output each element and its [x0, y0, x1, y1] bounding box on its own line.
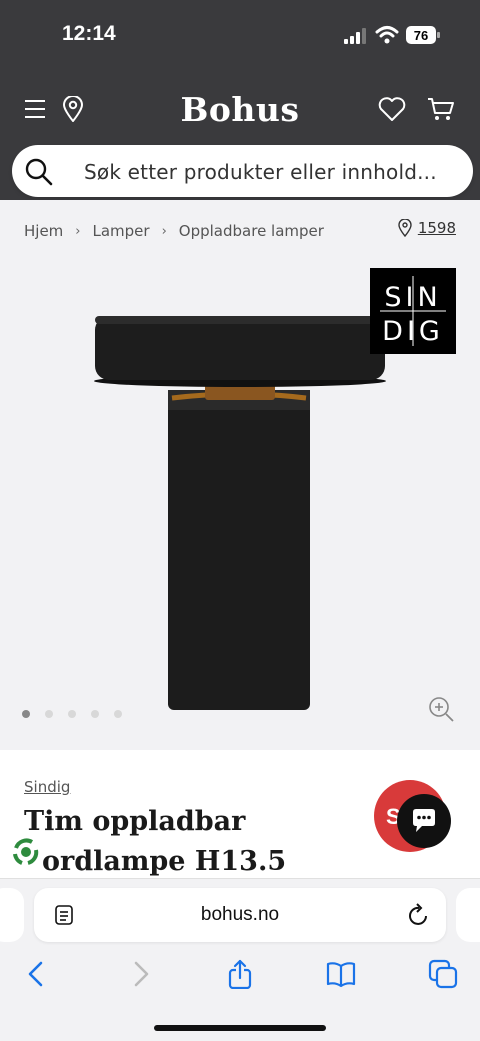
home-indicator[interactable] — [154, 1025, 326, 1031]
back-icon[interactable] — [22, 959, 52, 989]
product-page: Hjem › Lamper › Oppladbare lamper 1598 S… — [0, 200, 480, 880]
product-title-line-2: ordlampe H13.5 — [42, 846, 287, 877]
search-icon — [25, 158, 53, 186]
app-header: 12:14 76 Bohus Søk etter produkter eller… — [0, 0, 480, 200]
zoom-in-icon[interactable] — [428, 696, 454, 722]
product-title-line-1: Tim oppladbar — [24, 806, 246, 837]
bookmarks-icon[interactable] — [326, 959, 356, 989]
chat-button[interactable] — [397, 794, 451, 848]
gallery-dot[interactable] — [114, 710, 122, 718]
browser-toolbar: bohus.no — [0, 878, 480, 1041]
wifi-icon — [375, 26, 399, 44]
gallery-dots — [22, 710, 122, 718]
previous-tab-peek[interactable] — [0, 888, 24, 942]
product-brand-link[interactable]: Sindig — [24, 778, 70, 796]
store-number[interactable]: 1598 — [418, 219, 456, 237]
battery-level: 76 — [414, 28, 428, 43]
product-info: Sindig Tim oppladbar ordlampe H13.5 S — [0, 750, 480, 880]
battery-icon: 76 — [406, 26, 440, 44]
gallery-dot[interactable] — [45, 710, 53, 718]
location-pin-icon — [398, 219, 412, 237]
breadcrumb-oppladbare[interactable]: Oppladbare lamper — [179, 222, 324, 240]
svg-text:DIG: DIG — [382, 316, 444, 347]
product-title: Tim oppladbar ordlampe H13.5 — [24, 802, 364, 882]
cell-signal-icon — [344, 28, 366, 44]
share-icon[interactable] — [225, 959, 255, 989]
search-bar[interactable]: Søk etter produkter eller innhold... — [12, 145, 473, 197]
forward-icon[interactable] — [125, 959, 155, 989]
search-input[interactable]: Søk etter produkter eller innhold... — [84, 160, 437, 184]
chat-bubble-icon — [413, 809, 435, 832]
gallery-dot[interactable] — [68, 710, 76, 718]
reload-icon[interactable] — [408, 903, 430, 927]
next-tab-peek[interactable] — [456, 888, 480, 942]
chevron-right-icon: › — [161, 223, 167, 239]
url-text[interactable]: bohus.no — [34, 904, 446, 926]
status-time: 12:14 — [62, 22, 116, 45]
store-selector[interactable]: 1598 — [398, 219, 456, 237]
brand-logo-sindig: SIN DIG — [370, 268, 456, 354]
top-nav: Bohus — [0, 88, 480, 132]
gallery-dot[interactable] — [22, 710, 30, 718]
recycle-badge-icon[interactable] — [8, 834, 44, 870]
heart-icon[interactable] — [378, 96, 406, 122]
breadcrumb: Hjem › Lamper › Oppladbare lamper — [24, 221, 324, 241]
chevron-right-icon: › — [75, 223, 81, 239]
breadcrumb-lamper[interactable]: Lamper — [93, 222, 150, 240]
cart-icon[interactable] — [427, 96, 455, 122]
bohus-logo[interactable]: Bohus — [0, 90, 480, 129]
status-bar: 12:14 76 — [0, 0, 480, 70]
address-bar[interactable]: bohus.no — [34, 888, 446, 942]
gallery-dot[interactable] — [91, 710, 99, 718]
breadcrumb-home[interactable]: Hjem — [24, 222, 63, 240]
tabs-icon[interactable] — [428, 959, 458, 989]
